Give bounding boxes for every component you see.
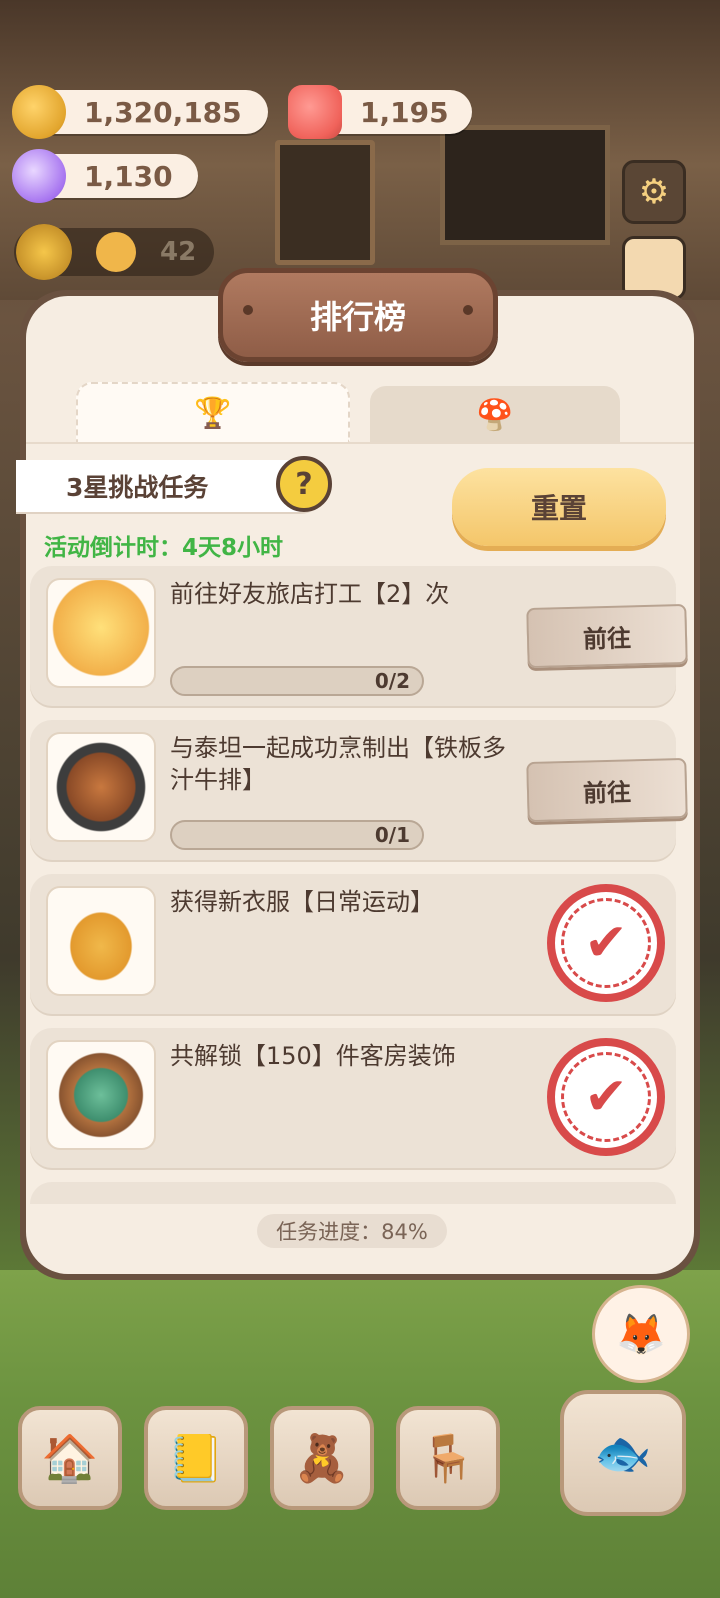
task-description: 获得新衣服【日常运动】 bbox=[170, 888, 434, 916]
panel-title-text: 排行榜 bbox=[309, 298, 406, 336]
completed-stamp: ✔ bbox=[547, 884, 665, 1002]
settings-gear-icon[interactable]: ⚙ bbox=[622, 160, 686, 224]
task-row: 前往好友旅店打工【2】次 0/2 前往 bbox=[30, 566, 688, 708]
gem-counter[interactable]: 1,130 bbox=[12, 149, 198, 203]
candle-counter[interactable]: 1,195 bbox=[288, 85, 472, 139]
task-progress-summary: 任务进度：84% bbox=[257, 1214, 447, 1248]
candle-icon bbox=[288, 85, 342, 139]
section-title-text: 3星挑战任务 bbox=[66, 473, 209, 502]
reset-button-label: 重置 bbox=[530, 492, 587, 525]
character-icon[interactable]: 🧸 bbox=[270, 1406, 374, 1510]
task-row-partial bbox=[30, 1182, 676, 1204]
checkmark-icon: ✔ bbox=[561, 1052, 651, 1142]
furniture-shop-icon[interactable]: 🪑 bbox=[396, 1406, 500, 1510]
notebook-icon[interactable]: 📒 bbox=[144, 1406, 248, 1510]
coin-value: 1,320,185 bbox=[84, 95, 242, 129]
event-countdown: 活动倒计时：4天8小时 bbox=[44, 535, 284, 561]
chick-icon bbox=[96, 232, 136, 272]
gem-value: 1,130 bbox=[84, 159, 173, 193]
home-house-icon[interactable]: 🏠 bbox=[18, 1406, 122, 1510]
tab-trophy[interactable]: 🏆 bbox=[76, 382, 350, 442]
sun-icon bbox=[16, 224, 72, 280]
tab-mushroom[interactable]: 🍄 bbox=[370, 386, 620, 444]
task-description: 与泰坦一起成功烹制出【铁板多汁牛排】 bbox=[170, 734, 506, 794]
level-bar: 42 bbox=[14, 224, 214, 280]
reset-button[interactable]: 重置 bbox=[452, 468, 666, 546]
background-window bbox=[440, 125, 610, 245]
background-door bbox=[275, 140, 375, 265]
decoration-badge-icon bbox=[46, 1040, 156, 1150]
go-button-label: 前往 bbox=[582, 777, 632, 808]
plate-rivet-right bbox=[463, 305, 473, 315]
go-button[interactable]: 前往 bbox=[526, 603, 688, 669]
worker-icon bbox=[46, 578, 156, 688]
chat-bubble-icon[interactable]: 🦊 bbox=[592, 1285, 690, 1383]
coin-counter[interactable]: 1,320,185 bbox=[12, 85, 268, 139]
steak-icon bbox=[46, 732, 156, 842]
task-row: 获得新衣服【日常运动】 ✔ bbox=[30, 874, 676, 1016]
go-button[interactable]: 前往 bbox=[526, 757, 688, 823]
level-value: 42 bbox=[160, 237, 197, 267]
mushroom-icon: 🍄 bbox=[476, 397, 514, 433]
plate-rivet-left bbox=[243, 305, 253, 315]
coin-icon bbox=[12, 85, 66, 139]
checkmark-icon: ✔ bbox=[561, 898, 651, 988]
question-icon: ? bbox=[295, 466, 313, 502]
task-progress-text: 0/1 bbox=[374, 823, 410, 847]
help-button[interactable]: ? bbox=[276, 456, 332, 512]
go-button-label: 前往 bbox=[582, 623, 632, 654]
trophy-icon: 🏆 bbox=[194, 395, 232, 431]
task-progress-bar: 0/1 bbox=[170, 820, 424, 850]
task-progress-text: 0/2 bbox=[374, 669, 410, 693]
panel-title: 排行榜 bbox=[218, 268, 498, 362]
candle-value: 1,195 bbox=[360, 95, 449, 129]
task-row: 共解锁【150】件客房装饰 ✔ bbox=[30, 1028, 676, 1170]
completed-stamp: ✔ bbox=[547, 1038, 665, 1156]
task-progress-bar: 0/2 bbox=[170, 666, 424, 696]
outfit-icon bbox=[46, 886, 156, 996]
task-row: 与泰坦一起成功烹制出【铁板多汁牛排】 0/1 前往 bbox=[30, 720, 688, 862]
task-description: 共解锁【150】件客房装饰 bbox=[170, 1042, 456, 1070]
task-description: 前往好友旅店打工【2】次 bbox=[170, 580, 450, 608]
gem-icon bbox=[12, 149, 66, 203]
tab-divider bbox=[26, 442, 694, 444]
pet-fish-icon[interactable]: 🐟 bbox=[560, 1390, 686, 1516]
